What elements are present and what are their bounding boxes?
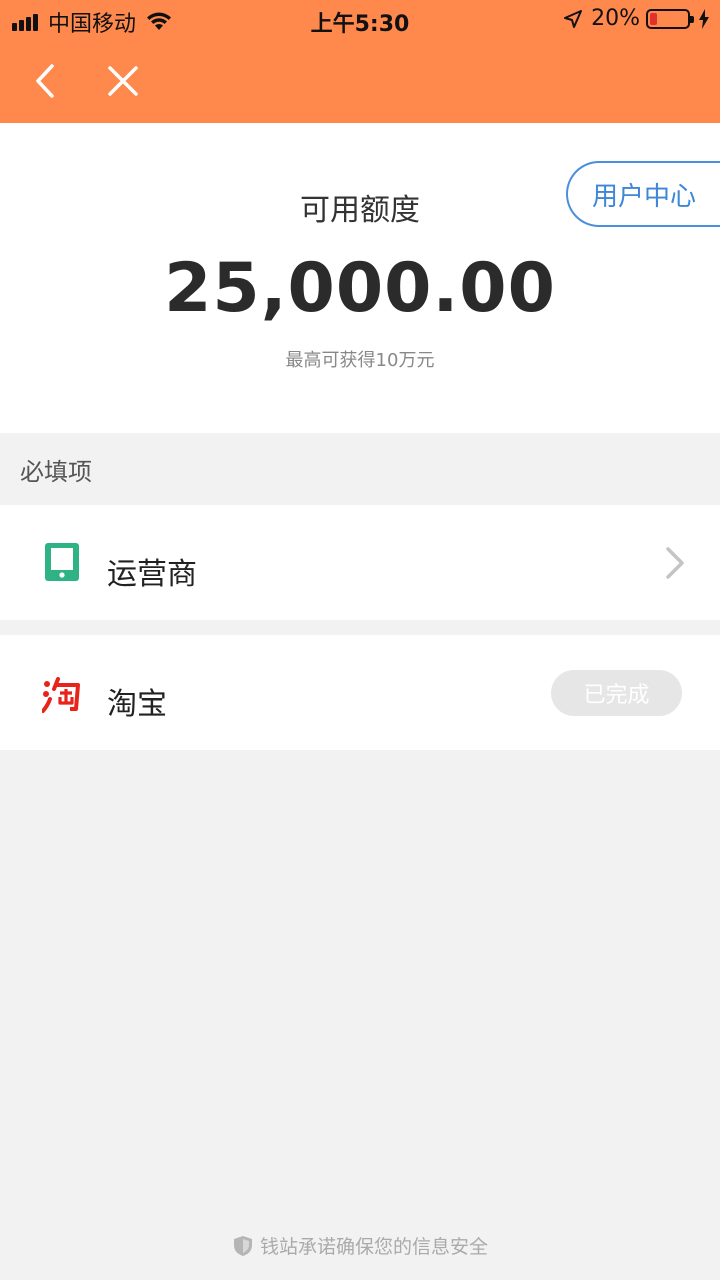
close-button[interactable]: [100, 58, 146, 104]
location-arrow-icon: [564, 9, 583, 28]
footer-security-note: 钱站承诺确保您的信息安全: [0, 1232, 720, 1259]
charging-bolt-icon: [699, 8, 709, 29]
shield-icon: [233, 1235, 252, 1256]
close-icon: [108, 66, 138, 96]
completed-badge: 已完成: [551, 670, 682, 716]
list-item-label: 淘宝: [107, 687, 167, 722]
status-bar: 中国移动 上午5:30 20%: [0, 0, 720, 40]
battery-percent: 20%: [591, 6, 640, 31]
tablet-icon: [45, 543, 79, 581]
section-title: 必填项: [20, 458, 92, 486]
header-bar: 中国移动 上午5:30 20%: [0, 0, 720, 123]
back-button[interactable]: [22, 58, 68, 104]
chevron-left-icon: [36, 64, 54, 98]
list-item-carrier[interactable]: 运营商: [0, 505, 720, 620]
list-item-label: 运营商: [107, 557, 197, 592]
footer-text: 钱站承诺确保您的信息安全: [259, 1236, 488, 1258]
battery-tip: [690, 15, 694, 23]
battery-icon: [646, 8, 694, 29]
list-item-taobao[interactable]: 淘宝 已完成: [0, 635, 720, 750]
credit-amount: 25,000.00: [164, 249, 556, 328]
taobao-logo-icon: [42, 677, 80, 713]
battery-fill: [650, 12, 657, 25]
chevron-right-icon: [666, 547, 684, 579]
user-center-button[interactable]: 用户中心: [566, 161, 720, 227]
credit-hint: 最高可获得10万元: [285, 350, 435, 371]
status-right: 20%: [563, 6, 710, 31]
credit-card: 可用额度 25,000.00 最高可获得10万元 用户中心: [0, 123, 720, 433]
